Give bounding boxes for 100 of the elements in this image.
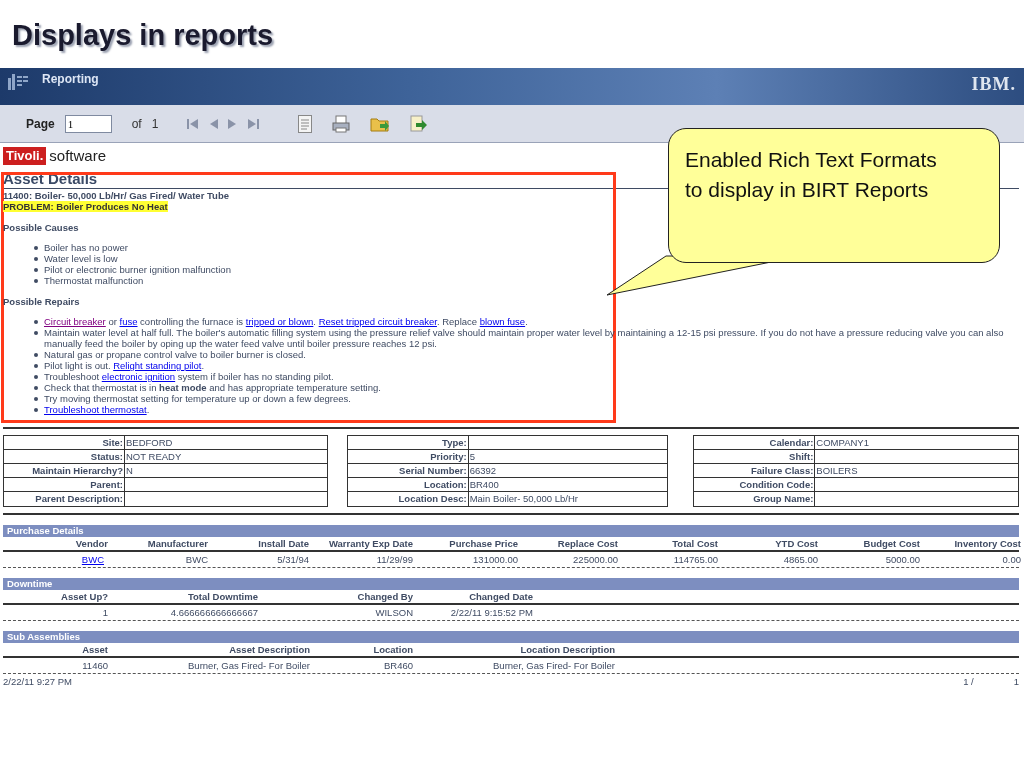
table-cell: 225000.00	[573, 554, 618, 565]
field-value: NOT READY	[125, 450, 182, 463]
cause-item: Boiler has no power	[44, 242, 128, 253]
bullet-icon	[34, 386, 38, 390]
link[interactable]: electronic ignition	[101, 371, 176, 382]
cause-item: Thermostat malfunction	[44, 275, 144, 286]
field-value: BR400	[468, 478, 499, 491]
field-label: Location Desc:	[347, 492, 469, 506]
table-cell: Burner, Gas Fired- For Boiler	[493, 660, 615, 671]
link[interactable]: Circuit breaker	[44, 316, 106, 327]
table-cell: 2/22/11 9:15:52 PM	[450, 607, 533, 618]
bullet-icon	[34, 320, 38, 324]
page-count: 1	[151, 115, 159, 133]
field-label: Site:	[4, 436, 125, 449]
table-cell: 131000.00	[473, 554, 518, 565]
table-cell: 4865.00	[783, 554, 818, 565]
table-cell: 11/29/99	[376, 554, 413, 565]
field-value: COMPANY1	[815, 436, 869, 449]
field-label: Serial Number:	[347, 464, 469, 477]
slide-title: Displays in reports	[12, 18, 274, 52]
repair-item: Pilot light is out. Relight standing pilot.	[44, 360, 204, 371]
field-label: Status:	[4, 450, 125, 463]
table-cell: 5000.00	[885, 554, 920, 565]
column-header: YTD Cost	[774, 537, 818, 550]
link[interactable]: Reset tripped circuit breaker	[318, 316, 437, 327]
bullet-icon	[34, 331, 38, 335]
repair-item: Natural gas or propane control valve to boiler burner is closed.	[44, 349, 306, 360]
repair-item: Check that thermostat is in heat mode and has appropriate temperature setting.	[44, 382, 381, 393]
section-header: Sub Assemblies	[3, 631, 1019, 643]
table-cell: 4.666666666666667	[170, 607, 258, 618]
field-label: Priority:	[347, 450, 469, 463]
field-label: Parent Description:	[4, 492, 125, 506]
field-value: 5	[468, 450, 475, 463]
table-cell: 114765.00	[673, 554, 718, 565]
ibm-logo: IBM.	[971, 74, 1016, 94]
repair-item: Troubleshoot electronic ignition system if boiler has no standing pilot.	[44, 371, 334, 382]
field-label: Failure Class:	[694, 464, 816, 477]
column-header: Inventory Cost	[953, 537, 1021, 550]
bullet-icon	[34, 408, 38, 412]
table-cell: 11460	[82, 660, 108, 671]
page-label: Page	[26, 115, 55, 133]
field-label: Shift:	[694, 450, 816, 463]
bullet-icon	[34, 246, 38, 250]
print-icon[interactable]	[332, 114, 351, 133]
column-header: Purchase Price	[448, 537, 518, 550]
field-label: Parent:	[4, 478, 125, 491]
field-label: Type:	[347, 436, 469, 449]
section-header: Downtime	[3, 578, 1019, 590]
bullet-icon	[34, 279, 38, 283]
column-header: Total Cost	[671, 537, 718, 550]
bullet-icon	[34, 375, 38, 379]
column-header: Changed Date	[468, 590, 533, 603]
first-page-icon[interactable]	[186, 117, 201, 130]
document-icon[interactable]	[298, 114, 313, 133]
repair-item: Try moving thermostat setting for temperature up or down a few degrees.	[44, 393, 351, 404]
field-value: 66392	[468, 464, 497, 477]
table-cell: BR460	[383, 660, 413, 671]
cause-item: Water level is low	[44, 253, 118, 264]
field-label: Group Name:	[694, 492, 816, 506]
column-header: Total Downtime	[186, 590, 258, 603]
field-label: Condition Code:	[694, 478, 816, 491]
table-cell: BWC	[185, 554, 208, 565]
table-cell: 0.00	[1002, 554, 1021, 565]
table-cell: 1	[102, 607, 108, 618]
column-header: Install Date	[257, 537, 309, 550]
page-indicator: 1 /	[963, 675, 974, 688]
bullet-icon	[34, 353, 38, 357]
brand-name: software	[49, 147, 107, 165]
field-label: Location:	[347, 478, 469, 491]
link[interactable]: fuse	[119, 316, 138, 327]
problem-text: PROBLEM: Boiler Produces No Heat	[3, 201, 168, 212]
field-value: N	[125, 464, 133, 477]
column-header: Budget Cost	[862, 537, 920, 550]
repair-item: Troubleshoot thermostat.	[44, 404, 150, 415]
column-header: Changed By	[356, 590, 413, 603]
bullet-icon	[34, 257, 38, 261]
link[interactable]: Troubleshoot thermostat	[44, 404, 147, 415]
section-header: Purchase Details	[3, 525, 1019, 537]
tivoli-logo: Tivoli.	[3, 147, 47, 165]
column-header: Location Description	[519, 643, 615, 656]
column-header: Location	[372, 643, 413, 656]
field-value: BEDFORD	[125, 436, 173, 449]
column-header: Warranty Exp Date	[327, 537, 413, 550]
cause-item: Pilot or electronic burner ignition malfunction	[44, 264, 231, 275]
column-header: Vendor	[74, 537, 108, 550]
vendor-link[interactable]: BWC	[81, 554, 104, 565]
table-cell: WILSON	[375, 607, 413, 618]
reporting-logo-icon	[8, 72, 30, 90]
column-header: Replace Cost	[556, 537, 618, 550]
column-header: Asset Up?	[60, 590, 108, 603]
last-page-icon[interactable]	[246, 117, 261, 130]
export-document-icon[interactable]	[410, 114, 429, 133]
column-header: Asset	[81, 643, 108, 656]
of-label: of	[131, 115, 142, 133]
banner-title: Reporting	[42, 72, 99, 86]
page-number-field[interactable]: 1	[64, 114, 112, 133]
bullet-icon	[34, 364, 38, 368]
bullet-icon	[34, 397, 38, 401]
page-total: 1	[1013, 675, 1019, 688]
column-header: Manufacturer	[146, 537, 208, 550]
